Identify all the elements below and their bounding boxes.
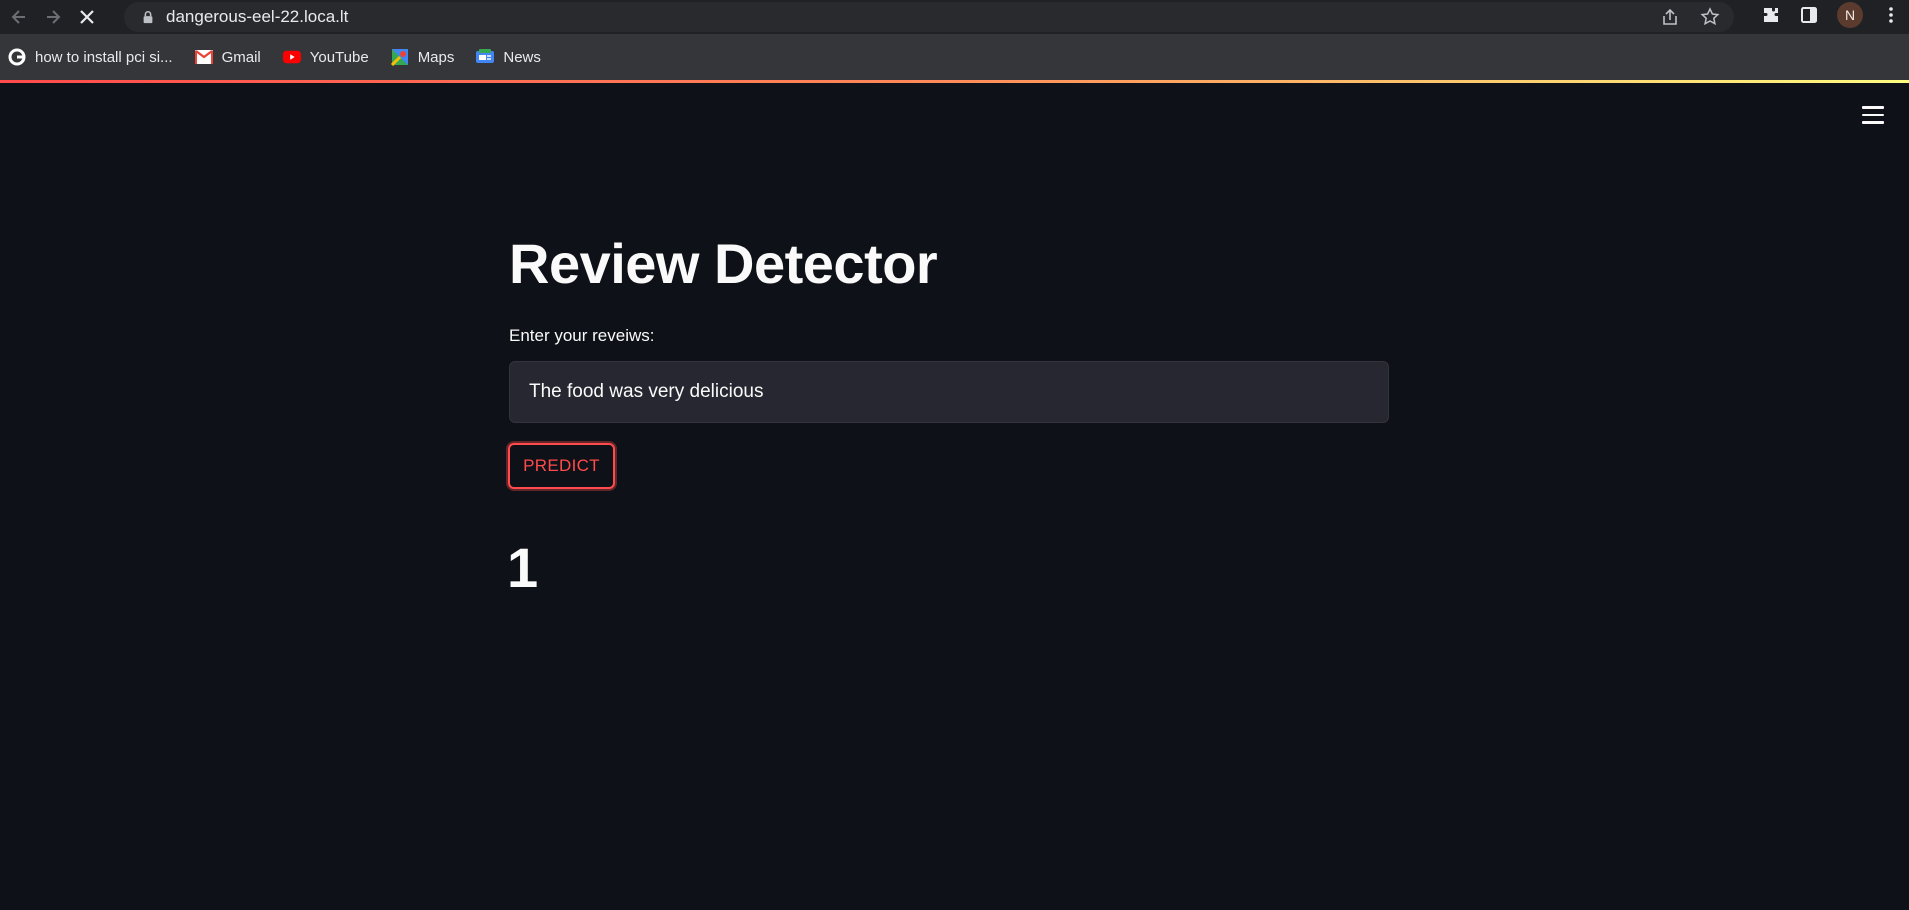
extensions-icon[interactable] xyxy=(1761,5,1781,25)
forward-button[interactable] xyxy=(38,2,68,32)
url-text: dangerous-eel-22.loca.lt xyxy=(166,7,349,26)
bookmark-label: News xyxy=(503,48,541,66)
hamburger-menu-icon[interactable] xyxy=(1862,106,1884,126)
arrow-left-icon xyxy=(11,10,25,24)
predict-button[interactable]: PREDICT xyxy=(508,443,615,489)
lock-icon xyxy=(140,9,156,25)
more-vert-icon[interactable] xyxy=(1881,5,1901,25)
stop-loading-button[interactable] xyxy=(72,2,102,32)
address-bar[interactable]: dangerous-eel-22.loca.lt xyxy=(124,2,1734,32)
app-main: Review Detector Enter your reveiws: The … xyxy=(0,83,1909,910)
bookmark-label: how to install pci si... xyxy=(35,48,173,66)
bookmark-news[interactable]: News xyxy=(476,48,541,66)
bookmark-label: YouTube xyxy=(309,48,369,66)
avatar[interactable]: N xyxy=(1837,2,1863,28)
review-input[interactable]: The food was very delicious xyxy=(509,361,1389,423)
bookmark-youtube[interactable]: YouTube xyxy=(282,48,369,66)
bookmark-google-search[interactable]: how to install pci si... xyxy=(8,48,173,66)
youtube-icon xyxy=(282,48,301,66)
review-input-label: Enter your reveiws: xyxy=(509,326,655,345)
google-icon xyxy=(8,48,26,66)
bookmark-label: Gmail xyxy=(221,48,261,66)
share-icon[interactable] xyxy=(1660,7,1680,27)
side-panel-icon[interactable] xyxy=(1799,5,1819,25)
back-button[interactable] xyxy=(4,2,34,32)
prediction-result: 1 xyxy=(507,536,539,599)
bookmark-gmail[interactable]: Gmail xyxy=(194,48,261,66)
bookmark-maps[interactable]: Maps xyxy=(390,48,455,66)
star-icon[interactable] xyxy=(1700,7,1720,27)
browser-toolbar: dangerous-eel-22.loca.lt N xyxy=(0,0,1909,34)
bookmark-label: Maps xyxy=(417,48,455,66)
page-title: Review Detector xyxy=(509,232,938,295)
arrow-right-icon xyxy=(47,10,61,24)
news-icon xyxy=(476,48,495,66)
close-icon xyxy=(80,10,94,24)
maps-icon xyxy=(390,48,409,66)
gmail-icon xyxy=(194,48,213,66)
bookmarks-bar: how to install pci si... Gmail YouTube M… xyxy=(0,34,1909,80)
